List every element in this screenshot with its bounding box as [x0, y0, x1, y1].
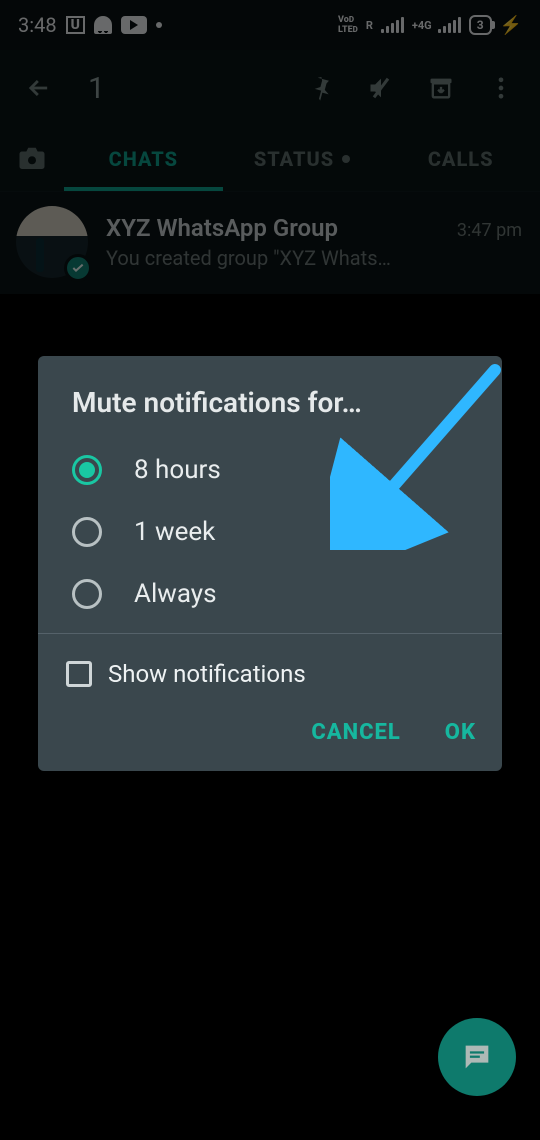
ok-button[interactable]: OK — [445, 720, 476, 745]
mute-dialog: Mute notifications for… 8 hours 1 week A… — [38, 356, 502, 771]
radio-option-1-week[interactable]: 1 week — [38, 501, 502, 563]
cancel-button[interactable]: CANCEL — [311, 720, 400, 745]
show-notifications-row[interactable]: Show notifications — [38, 634, 502, 698]
dialog-actions: CANCEL OK — [38, 698, 502, 761]
radio-option-always[interactable]: Always — [38, 563, 502, 625]
radio-option-8-hours[interactable]: 8 hours — [38, 439, 502, 501]
radio-label: 8 hours — [134, 455, 221, 485]
radio-label: Always — [134, 579, 217, 609]
show-notifications-label: Show notifications — [108, 660, 306, 688]
new-chat-fab[interactable] — [438, 1018, 516, 1096]
dialog-title: Mute notifications for… — [38, 356, 502, 439]
radio-unselected-icon — [72, 579, 102, 609]
radio-label: 1 week — [134, 517, 215, 547]
checkbox-unchecked-icon — [66, 661, 92, 687]
radio-unselected-icon — [72, 517, 102, 547]
new-chat-icon — [460, 1040, 494, 1074]
radio-selected-icon — [72, 455, 102, 485]
